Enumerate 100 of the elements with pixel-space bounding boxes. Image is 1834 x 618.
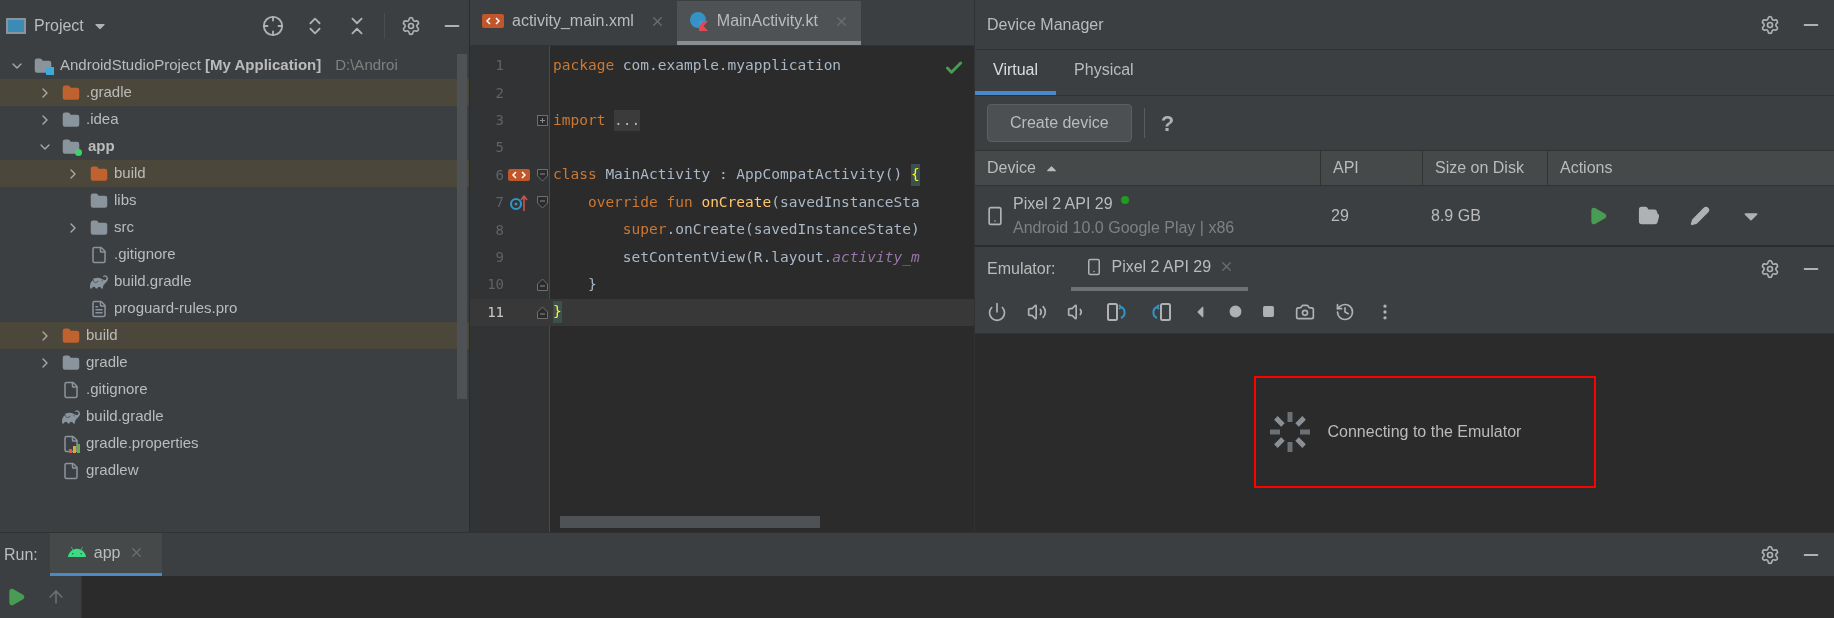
settings-icon[interactable] [1760,544,1780,565]
tree-item-label: .gitignore [86,379,148,400]
column-header[interactable]: Actions [1548,151,1834,185]
tree-item[interactable]: .gradle [0,79,469,106]
folder-icon [62,326,80,345]
panel-title: Project [34,16,84,36]
code-line: setContentView(R.layout.activity_m [621,247,920,268]
tree-item-label: build.gradle [86,406,164,427]
tree-item[interactable]: .gitignore [0,241,469,268]
tree-item[interactable]: app [0,133,469,160]
properties-file-icon [62,434,80,453]
tree-item-label: .gitignore [114,244,176,265]
run-label: Run: [4,544,38,565]
code-line: override fun onCreate(savedInstanceSta [586,192,920,212]
home-icon[interactable] [1229,305,1242,318]
volume-up-icon[interactable] [1027,301,1047,322]
tree-item-label: build.gradle [114,271,192,292]
elephant-icon [62,407,80,426]
folder-icon [90,164,108,183]
rotate-left-icon[interactable] [1107,301,1129,322]
tree-item-label: libs [114,190,137,211]
column-header[interactable]: Size on Disk [1423,151,1548,185]
tree-item[interactable]: gradle.properties [0,430,469,457]
fold-end-icon[interactable] [536,278,548,292]
power-icon[interactable] [987,301,1007,322]
editor-tab[interactable]: activity_main.xml [470,1,677,45]
file-icon [62,461,80,480]
tree-item[interactable]: libs [0,187,469,214]
disk-size: 8.9 GB [1430,205,1482,226]
tree-item[interactable]: build.gradle [0,403,469,430]
override-icon[interactable] [509,193,529,212]
tree-item[interactable]: build.gradle [0,268,469,295]
tree-item-label: proguard-rules.pro [114,298,238,319]
text-file-icon [90,299,108,318]
run-icon[interactable] [1588,205,1608,226]
tree-item-label: app [88,136,115,157]
ignored-file-icon [90,245,108,264]
settings-icon[interactable] [401,16,421,36]
locate-icon[interactable] [262,15,284,37]
ignored-file-icon [62,380,80,399]
project-path: D:\Androi [335,55,398,76]
module-folder-icon [34,56,54,75]
help-button[interactable]: ? [1156,106,1179,140]
line-number: 11 [486,302,504,322]
tree-item[interactable]: AndroidStudioProject [My Application] D:\Androi [0,52,469,79]
folder-icon [90,191,108,210]
tree-item[interactable]: gradlew [0,457,469,484]
folder-icon [62,110,80,129]
rotate-right-icon[interactable] [1149,301,1171,322]
tree-item[interactable]: proguard-rules.pro [0,295,469,322]
settings-icon[interactable] [1760,258,1780,279]
project-window-icon [6,18,26,34]
tree-item-label: gradle.properties [86,433,199,454]
folder-open-icon[interactable] [1638,204,1660,227]
overview-icon[interactable] [1262,305,1275,318]
device-name: Pixel 2 API 29 [1013,193,1113,214]
loading-spinner-icon [1267,410,1312,454]
vertical-scrollbar[interactable] [457,54,467,399]
tree-item-label: build [114,163,146,184]
layout-file-icon[interactable] [508,169,530,182]
tree-item[interactable]: .gitignore [0,376,469,403]
fold-icon[interactable] [536,196,548,210]
settings-icon[interactable] [1760,14,1780,35]
tree-item-label: gradlew [86,460,139,481]
xml-file-icon [482,14,504,28]
device-tab[interactable]: Physical [1056,49,1152,95]
horizontal-scrollbar[interactable] [560,516,820,528]
tree-item-label: AndroidStudioProject [My Application] [60,55,322,76]
panel-title: Device Manager [987,14,1104,35]
tree-item-label: gradle [86,352,128,373]
emulator-label: Emulator: [987,258,1056,279]
run-tab[interactable]: app [49,532,162,577]
create-device-button[interactable]: Create device [987,104,1132,142]
code-line: } [586,274,597,294]
code-line: class MainActivity : AppCompatActivity() { [550,164,920,187]
api-level: 29 [1330,205,1350,226]
kotlin-class-icon [688,11,709,31]
fold-icon[interactable] [536,168,548,182]
device-tab[interactable]: Virtual [975,49,1057,95]
expand-fold-icon[interactable] [536,114,548,126]
tree-item[interactable]: .idea [0,106,469,133]
tree-item[interactable]: build [0,322,469,349]
column-header[interactable]: Device [975,151,1321,185]
snapshot-icon[interactable] [1335,301,1355,322]
editor-tab[interactable]: MainActivity.kt [676,1,861,45]
tree-item[interactable]: src [0,214,469,241]
emulator-tab[interactable]: Pixel 2 API 29 [1071,246,1249,291]
tree-item[interactable]: build [0,160,469,187]
column-header[interactable]: API [1321,151,1423,185]
rerun-icon[interactable] [6,587,26,607]
tree-item-label: build [86,325,118,346]
device-icon [985,205,1005,226]
connecting-message: Connecting to the Emulator [1327,422,1522,442]
fold-end-icon[interactable] [536,305,548,319]
folder-icon [62,83,80,102]
edit-icon[interactable] [1690,205,1710,226]
folder-icon [62,353,80,372]
tree-item-label: src [114,217,134,238]
tree-item[interactable]: gradle [0,349,469,376]
module-folder-icon [62,137,82,156]
